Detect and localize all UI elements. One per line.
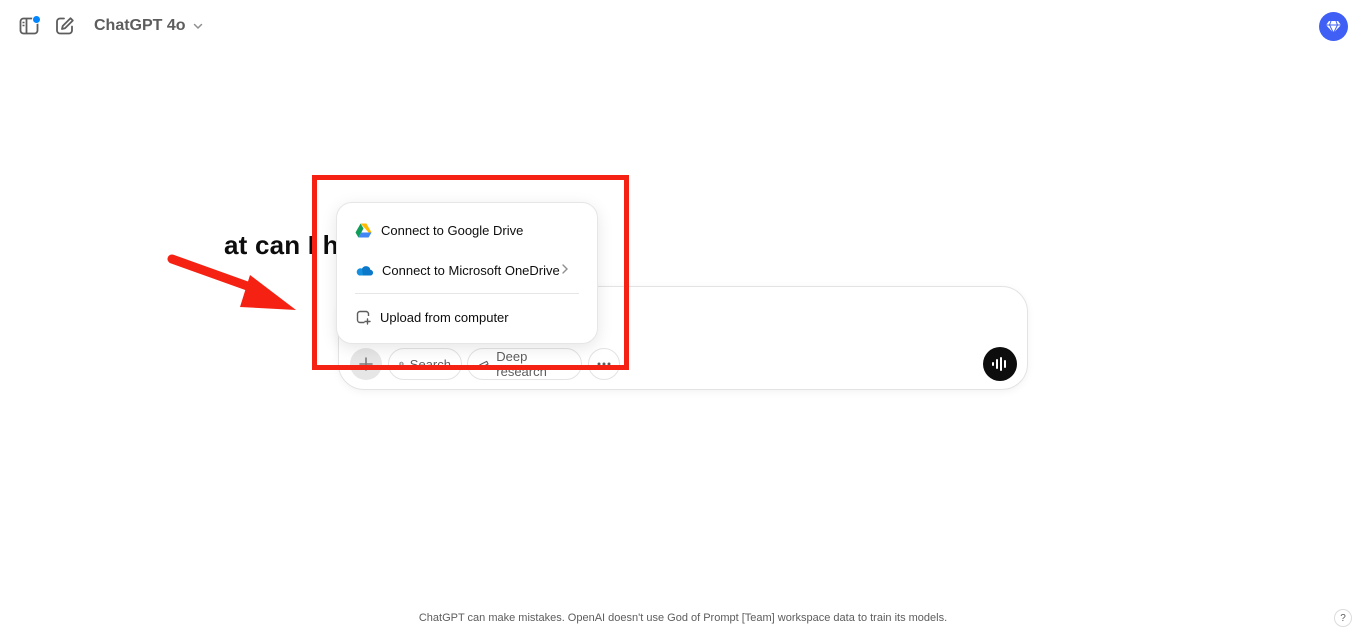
model-selector[interactable]: ChatGPT 4o xyxy=(86,12,212,40)
diamond-icon xyxy=(1326,20,1341,35)
upgrade-button[interactable] xyxy=(1319,12,1348,41)
annotation-arrow-icon xyxy=(167,254,296,310)
new-chat-button[interactable] xyxy=(53,14,77,38)
notification-dot xyxy=(32,15,41,24)
highlight-box xyxy=(312,175,629,370)
model-label: ChatGPT 4o xyxy=(94,17,186,34)
compose-icon xyxy=(56,17,74,35)
chevron-down-icon xyxy=(193,23,202,30)
voice-waveform-icon xyxy=(992,357,1006,371)
sidebar-toggle-button[interactable] xyxy=(17,14,41,38)
voice-mode-button[interactable] xyxy=(983,347,1017,381)
help-button[interactable]: ? xyxy=(1334,609,1352,627)
footer-disclaimer: ChatGPT can make mistakes. OpenAI doesn'… xyxy=(418,612,948,624)
